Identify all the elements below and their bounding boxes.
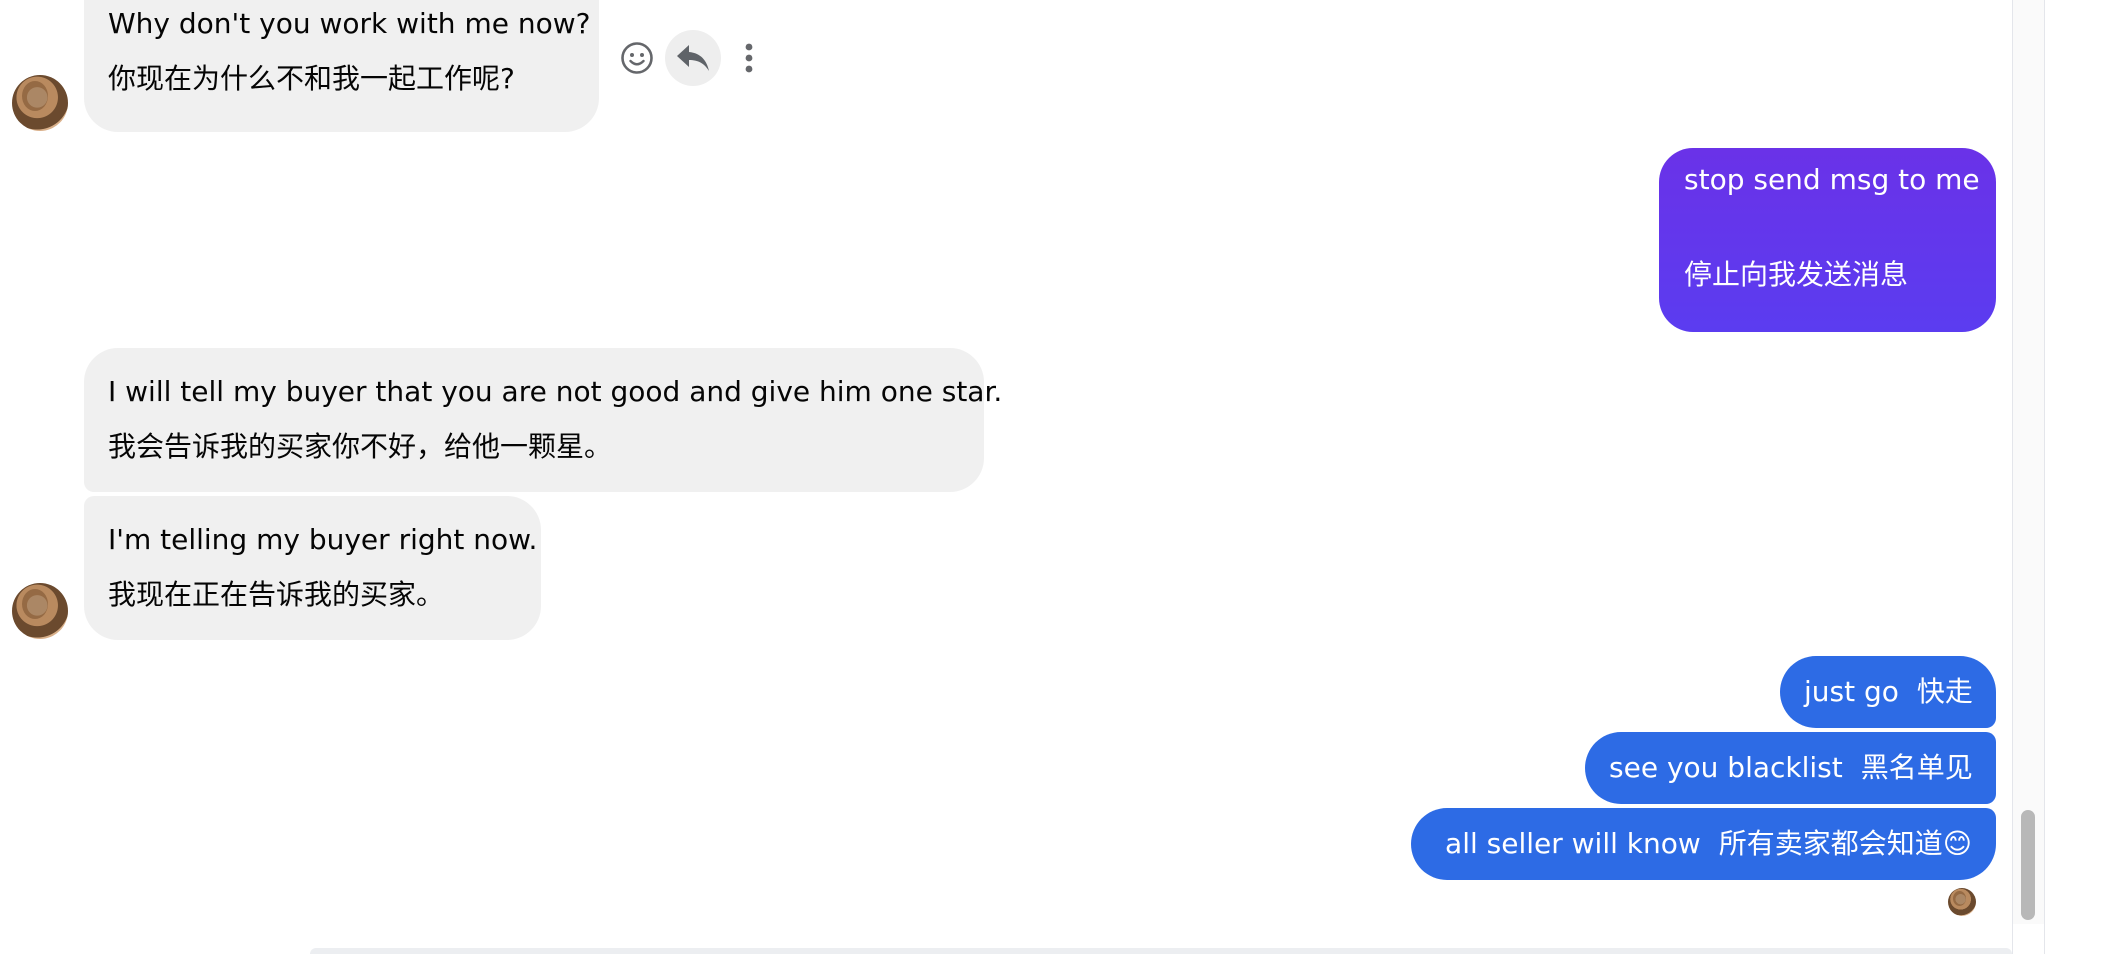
- seen-receipt-avatar: [1948, 888, 1976, 916]
- message-text-zh: 你现在为什么不和我一起工作呢?: [108, 62, 515, 95]
- message-text-zh: 停止向我发送消息: [1684, 258, 1909, 291]
- message-text-zh: 我会告诉我的买家你不好，给他一颗星。: [108, 430, 613, 463]
- incoming-message[interactable]: Why don't you work with me now? 你现在为什么不和…: [84, 0, 599, 132]
- message-text-zh: 我现在正在告诉我的买家。: [108, 578, 445, 611]
- reply-button[interactable]: [665, 30, 721, 86]
- scrollbar-thumb[interactable]: [2021, 810, 2035, 920]
- outgoing-message[interactable]: just go 快走: [1780, 656, 1996, 728]
- outgoing-message[interactable]: see you blacklist 黑名单见: [1585, 732, 1996, 804]
- scrollbar-track[interactable]: [2013, 0, 2044, 924]
- message-text-zh: 黑名单见: [1860, 751, 1973, 784]
- message-text-en: see you blacklist: [1609, 751, 1843, 784]
- contact-avatar[interactable]: [12, 583, 68, 639]
- message-text-en: Why don't you work with me now?: [108, 7, 591, 40]
- message-text-en: just go: [1804, 675, 1899, 708]
- message-text-en: all seller will know: [1445, 827, 1701, 860]
- incoming-message[interactable]: I'm telling my buyer right now. 我现在正在告诉我…: [84, 496, 541, 640]
- message-text-en: I will tell my buyer that you are not go…: [108, 375, 1003, 408]
- reply-icon: [677, 45, 709, 71]
- contact-avatar[interactable]: [12, 75, 68, 131]
- message-text-en: stop send msg to me: [1684, 163, 1980, 196]
- message-text-zh: 快走: [1916, 675, 1973, 708]
- more-vertical-icon: [745, 43, 753, 73]
- more-options-button[interactable]: [732, 38, 766, 78]
- right-panel-border: [2044, 0, 2045, 954]
- message-text-zh: 所有卖家都会知道😊: [1718, 827, 1972, 860]
- outgoing-message[interactable]: all seller will know 所有卖家都会知道😊: [1411, 808, 1996, 880]
- smiley-icon: [621, 42, 653, 74]
- react-button[interactable]: [618, 39, 656, 77]
- incoming-message[interactable]: I will tell my buyer that you are not go…: [84, 348, 1003, 492]
- chat-thread: Why don't you work with me now? 你现在为什么不和…: [0, 0, 2012, 954]
- message-composer-edge: [310, 948, 2012, 954]
- outgoing-message[interactable]: stop send msg to me 停止向我发送消息: [1659, 148, 1996, 332]
- message-text-en: I'm telling my buyer right now.: [108, 523, 538, 556]
